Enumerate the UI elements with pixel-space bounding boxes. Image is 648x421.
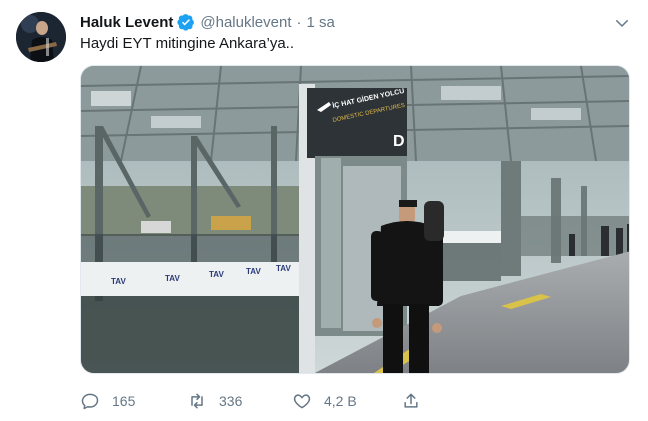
share-button[interactable] (401, 388, 421, 414)
retweet-count: 336 (219, 393, 243, 409)
airport-photo: TAV TAV TAV TAV TAV İÇ HAT GİDEN YOLCU D… (81, 66, 629, 373)
retweet-button[interactable]: 336 (187, 388, 242, 414)
banner-text-5: TAV (276, 264, 291, 273)
author-name[interactable]: Haluk Levent (80, 14, 173, 31)
banner-text-2: TAV (165, 274, 180, 283)
verified-badge-icon (177, 14, 195, 31)
banner-text-3: TAV (209, 270, 224, 279)
reply-count: 165 (112, 393, 136, 409)
tweet-header: Haluk Levent @haluklevent · 1 sa (80, 11, 335, 33)
separator-dot: · (296, 13, 302, 31)
tweet-photo[interactable]: TAV TAV TAV TAV TAV İÇ HAT GİDEN YOLCU D… (80, 65, 630, 374)
reply-button[interactable]: 165 (80, 388, 135, 414)
tweet-text: Haydi EYT mitingine Ankara’ya.. (80, 35, 294, 52)
sign-letter: D (393, 133, 405, 150)
author-handle[interactable]: @haluklevent (200, 14, 291, 31)
banner-text-1: TAV (111, 277, 126, 286)
tweet[interactable]: Haluk Levent @haluklevent · 1 sa Haydi E… (0, 0, 648, 421)
retweet-icon (191, 393, 203, 409)
avatar[interactable] (16, 12, 66, 62)
like-count: 4,2 B (324, 393, 357, 409)
chevron-down-icon[interactable] (613, 14, 631, 32)
tweet-time[interactable]: 1 sa (307, 14, 335, 31)
reply-icon (81, 393, 99, 410)
avatar-image (16, 12, 66, 62)
share-icon (404, 393, 418, 408)
banner-text-4: TAV (246, 267, 261, 276)
like-button[interactable]: 4,2 B (292, 388, 357, 414)
like-icon (293, 394, 311, 409)
tweet-actions: 165 336 4,2 B (80, 388, 500, 414)
